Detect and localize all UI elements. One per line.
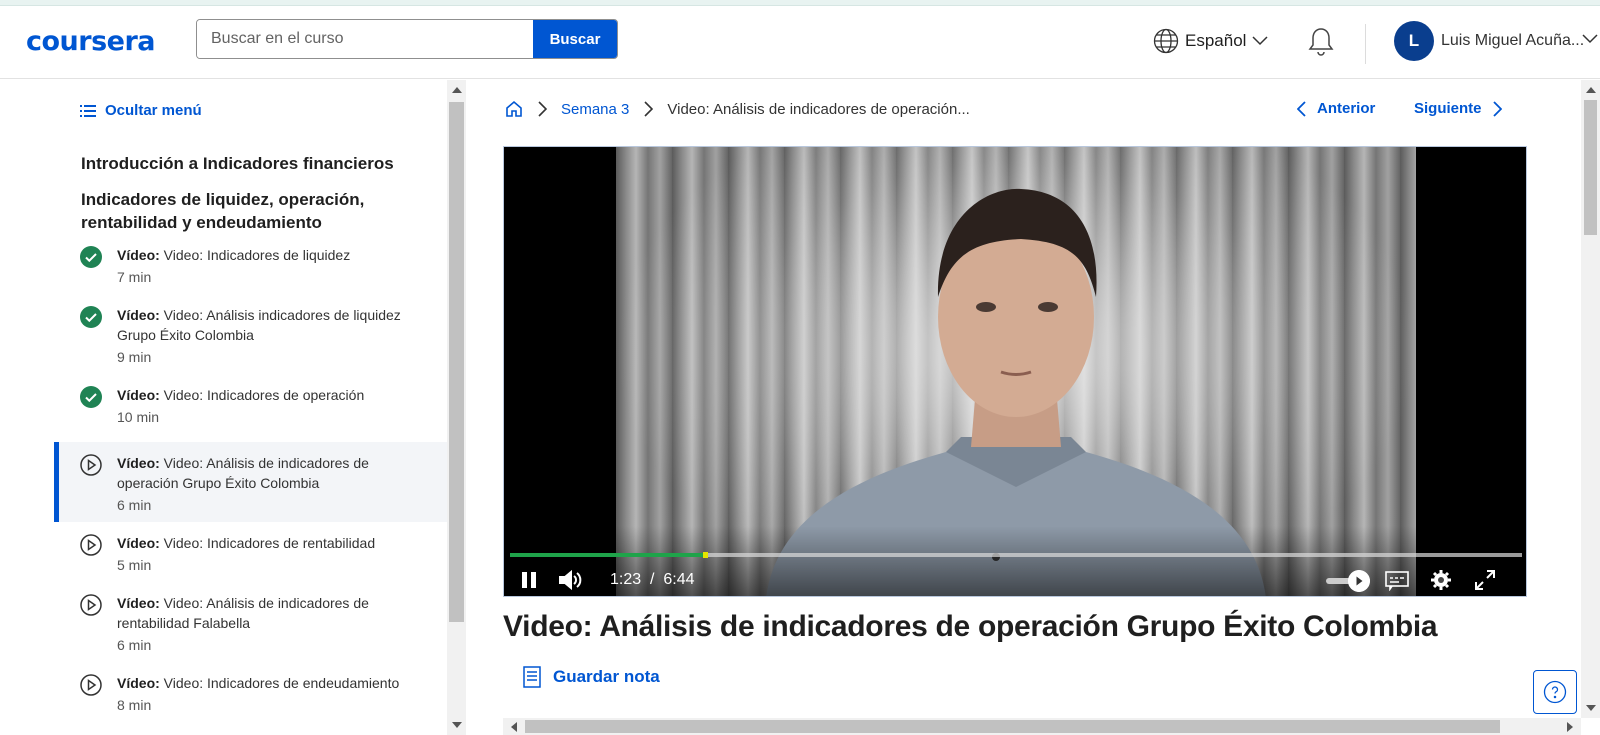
page-title: Video: Análisis de indicadores de operac… (503, 610, 1438, 643)
avatar[interactable]: L (1394, 21, 1434, 61)
video-progress-head[interactable] (703, 552, 709, 558)
completed-check-icon (80, 386, 102, 408)
module-title[interactable]: Introducción a Indicadores financieros (81, 152, 401, 175)
search-bar: Buscar (196, 19, 618, 59)
current-time: 1:23 (610, 571, 642, 588)
sidebar-item-video-active[interactable]: Vídeo: Video: Análisis de indicadores de… (54, 442, 447, 522)
video-progress-fill (510, 553, 707, 557)
breadcrumb-week-link[interactable]: Semana 3 (561, 101, 629, 118)
scroll-down-arrow-icon[interactable] (1586, 705, 1596, 711)
play-circle-icon (80, 594, 102, 616)
horizontal-scrollbar-thumb[interactable] (525, 720, 1500, 733)
fullscreen-icon[interactable] (1474, 569, 1496, 591)
sidebar-item-video[interactable]: Vídeo: Video: Análisis indicadores de li… (54, 294, 447, 374)
item-type: Vídeo: (117, 595, 160, 611)
item-title: Video: Indicadores de rentabilidad (163, 535, 376, 551)
item-duration: 8 min (117, 697, 152, 713)
sidebar-item-video[interactable]: Vídeo: Video: Indicadores de operación 10… (54, 374, 447, 434)
top-header: coursera Buscar Español L Luis Miguel Ac… (0, 6, 1600, 79)
header-divider (1365, 24, 1366, 64)
sidebar-item-video[interactable]: Vídeo: Video: Indicadores de rentabilida… (54, 522, 447, 582)
breadcrumb: Semana 3 Video: Análisis de indicadores … (505, 100, 970, 118)
breadcrumb-current: Video: Análisis de indicadores de operac… (667, 100, 970, 118)
note-icon (523, 666, 541, 688)
settings-gear-icon[interactable] (1430, 569, 1452, 591)
completed-check-icon (80, 306, 102, 328)
item-title: Video: Análisis indicadores de liquidez … (117, 307, 401, 343)
item-duration: 10 min (117, 409, 160, 425)
chevron-left-icon (1297, 100, 1306, 117)
sidebar-item-video[interactable]: Vídeo: Video: Análisis de indicadores de… (54, 582, 447, 662)
sidebar-item-video[interactable]: Vídeo: Video: Indicadores de liquidez 7 m… (54, 234, 447, 294)
item-duration: 6 min (117, 497, 152, 513)
save-note-button[interactable]: Guardar nota (523, 666, 660, 688)
item-duration: 9 min (117, 349, 152, 365)
previous-button[interactable]: Anterior (1297, 100, 1375, 117)
language-label: Español (1185, 31, 1247, 50)
search-button[interactable]: Buscar (533, 20, 617, 58)
language-selector[interactable]: Español (1153, 28, 1268, 54)
scroll-up-arrow-icon[interactable] (1586, 87, 1596, 93)
hide-menu-button[interactable]: Ocultar menú (80, 102, 202, 119)
sidebar-scrollbar-thumb[interactable] (449, 102, 464, 622)
item-title: Video: Indicadores de liquidez (163, 247, 351, 263)
item-duration: 5 min (117, 557, 152, 573)
scroll-up-arrow-icon[interactable] (452, 87, 462, 93)
pause-icon[interactable] (520, 569, 540, 591)
item-duration: 7 min (117, 269, 152, 285)
next-button[interactable]: Siguiente (1414, 100, 1502, 117)
main-scrollbar-thumb[interactable] (1584, 100, 1597, 235)
video-time: 1:23 / 6:44 (610, 571, 695, 589)
main-scrollbar[interactable] (1581, 80, 1600, 718)
help-question-icon (1543, 680, 1567, 704)
chevron-right-icon (644, 101, 654, 117)
video-player[interactable]: 1:23 / 6:44 (503, 146, 1527, 597)
play-circle-icon (80, 534, 102, 556)
globe-icon (1153, 28, 1179, 54)
chevron-down-icon[interactable] (1582, 34, 1598, 44)
hide-menu-label: Ocultar menú (105, 102, 202, 119)
completed-check-icon (80, 246, 102, 268)
scroll-left-arrow-icon[interactable] (511, 722, 517, 732)
item-title: Video: Indicadores de operación (163, 387, 365, 403)
item-duration: 6 min (117, 637, 152, 653)
item-title: Video: Indicadores de endeudamiento (163, 675, 400, 691)
home-icon[interactable] (505, 100, 523, 118)
next-label: Siguiente (1414, 100, 1482, 117)
subtitles-icon[interactable] (1384, 569, 1410, 591)
item-type: Vídeo: (117, 307, 160, 323)
coursera-logo[interactable]: coursera (26, 26, 156, 57)
play-speed-knob-icon[interactable] (1348, 570, 1370, 592)
item-type: Vídeo: (117, 247, 160, 263)
item-type: Vídeo: (117, 675, 160, 691)
sidebar-item-video[interactable]: Vídeo: Video: Indicadores de endeudamien… (54, 662, 447, 722)
video-controls: 1:23 / 6:44 (504, 565, 1526, 596)
scroll-down-arrow-icon[interactable] (452, 722, 462, 728)
play-circle-icon (80, 454, 102, 476)
search-input[interactable] (197, 20, 533, 58)
chevron-right-icon (538, 101, 547, 117)
course-sidebar: Ocultar menú Introducción a Indicadores … (0, 80, 447, 735)
chevron-down-icon (1252, 36, 1268, 46)
help-button[interactable] (1533, 670, 1577, 714)
notifications-bell-icon[interactable] (1308, 26, 1334, 56)
scroll-right-arrow-icon[interactable] (1567, 722, 1573, 732)
item-type: Vídeo: (117, 387, 160, 403)
sidebar-scrollbar[interactable] (447, 80, 466, 735)
user-name[interactable]: Luis Miguel Acuña... (1441, 32, 1584, 50)
video-progress-bar[interactable] (510, 552, 1522, 558)
previous-label: Anterior (1317, 100, 1376, 117)
list-icon (80, 104, 96, 117)
duration-time: 6:44 (663, 571, 695, 588)
item-type: Vídeo: (117, 455, 160, 471)
horizontal-scrollbar[interactable] (503, 718, 1581, 735)
item-type: Vídeo: (117, 535, 160, 551)
play-circle-icon (80, 674, 102, 696)
section-title[interactable]: Indicadores de liquidez, operación, rent… (81, 188, 401, 234)
time-separator: / (650, 571, 655, 588)
chevron-right-icon (1492, 100, 1502, 117)
save-note-label: Guardar nota (553, 667, 660, 686)
volume-icon[interactable] (558, 569, 584, 591)
